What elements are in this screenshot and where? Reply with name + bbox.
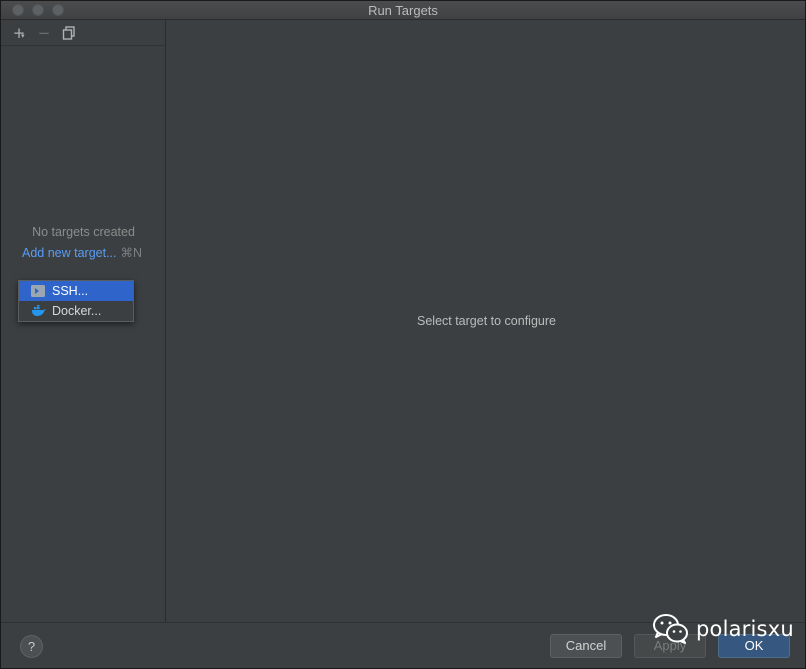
menu-item-ssh[interactable]: SSH... (19, 281, 133, 301)
cancel-button[interactable]: Cancel (550, 634, 622, 658)
menu-item-docker[interactable]: Docker... (19, 301, 133, 321)
add-target-shortcut: ⌘N (120, 246, 143, 260)
add-target-button[interactable]: + ▾ (10, 24, 28, 42)
no-targets-message: No targets created (32, 225, 135, 239)
add-target-row: Add new target... ⌘N (22, 245, 142, 260)
minus-icon: − (37, 24, 51, 42)
watermark-text: polarisxu (696, 617, 794, 641)
ssh-terminal-icon (31, 285, 45, 297)
title-bar: Run Targets (1, 1, 805, 20)
targets-toolbar: + ▾ − (1, 20, 165, 46)
dropdown-caret-icon: ▾ (21, 32, 25, 40)
window-title: Run Targets (368, 3, 438, 18)
add-new-target-link[interactable]: Add new target... (22, 246, 117, 260)
watermark: polarisxu (653, 609, 794, 649)
wechat-icon (653, 614, 688, 644)
copy-icon (62, 26, 75, 40)
add-target-popup-menu: SSH... Docker... (18, 280, 134, 322)
target-config-panel: Select target to configure (166, 20, 805, 622)
help-button[interactable]: ? (20, 635, 43, 658)
menu-item-label: Docker... (52, 304, 102, 318)
run-targets-dialog: Run Targets + ▾ − No targets created Add … (0, 0, 806, 669)
select-target-message: Select target to configure (417, 314, 556, 328)
copy-target-button[interactable] (60, 24, 78, 42)
remove-target-button[interactable]: − (35, 24, 53, 42)
docker-icon (31, 305, 46, 317)
menu-item-label: SSH... (52, 284, 89, 298)
